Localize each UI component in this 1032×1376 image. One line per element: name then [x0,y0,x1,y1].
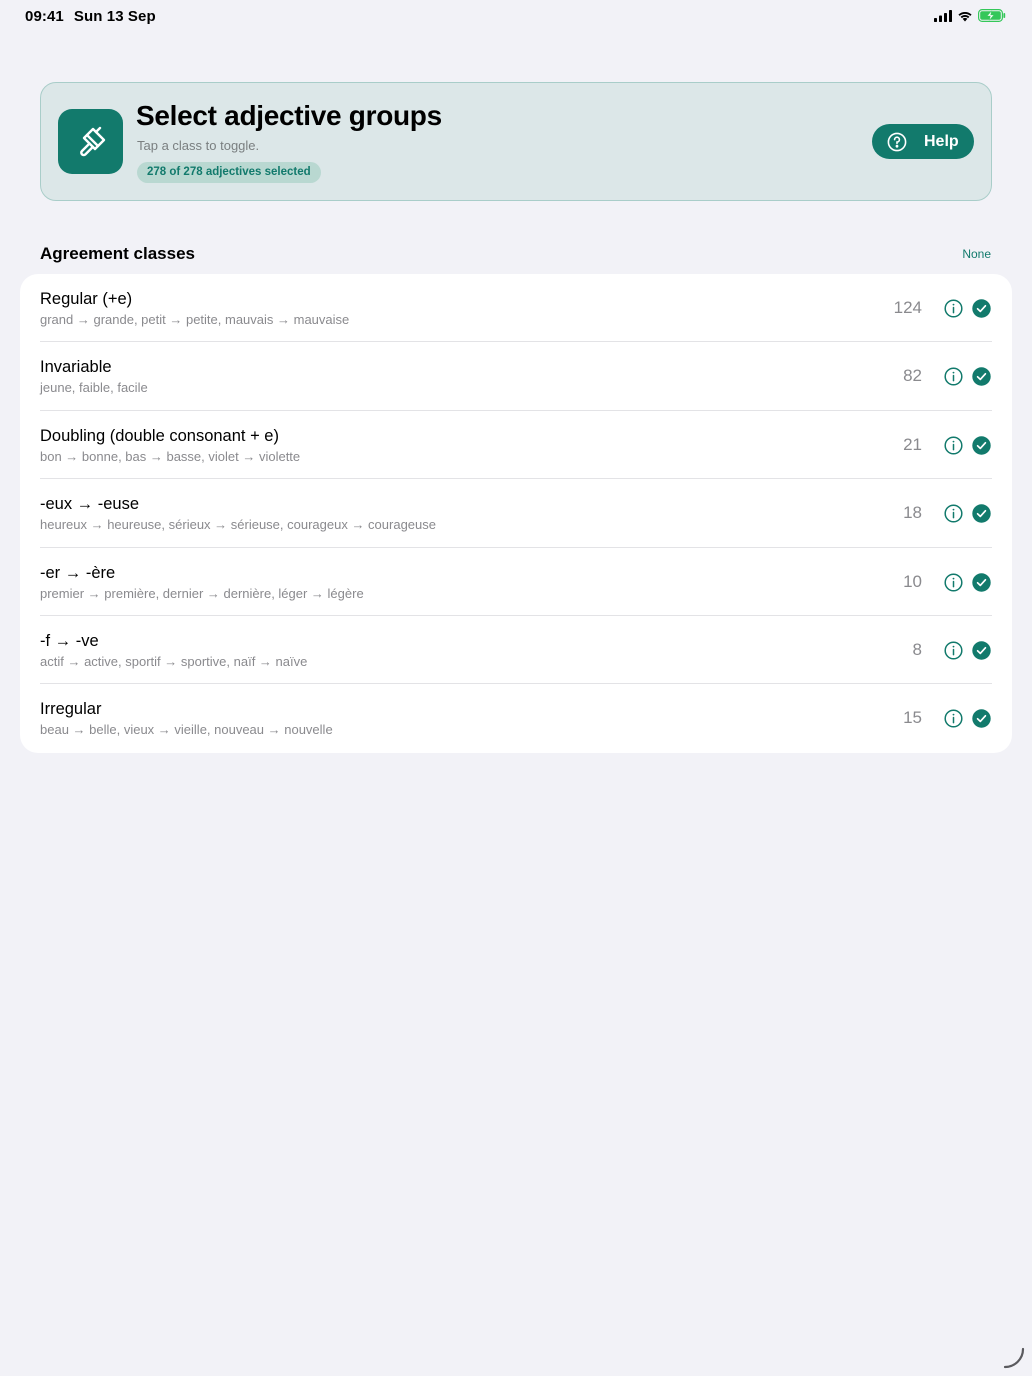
header-card: Select adjective groups Tap a class to t… [40,82,992,201]
class-count: 15 [903,708,922,728]
cellular-signal-icon [934,9,952,22]
help-button[interactable]: Help [872,124,974,159]
checkmark-circle-icon[interactable] [972,709,991,729]
info-icon[interactable] [944,641,963,660]
window-resize-handle-icon[interactable] [1001,1345,1027,1371]
page-title: Select adjective groups [136,100,442,131]
info-icon[interactable] [944,709,963,728]
class-examples: grand → grande, petit → petite, mauvais … [40,312,350,327]
class-row-regular[interactable]: Regular (+e) grand → grande, petit → pet… [20,274,1012,343]
class-count: 21 [903,434,922,454]
class-count: 82 [903,366,922,386]
class-title: Doubling (double consonant + e) [40,426,279,445]
class-count: 18 [903,503,922,523]
status-time: 09:41 [25,8,64,25]
paintbrush-icon [79,126,105,156]
class-examples: heureux → heureuse, sérieux → sérieuse, … [40,517,436,533]
class-title: -eux → -euse [40,495,140,514]
class-count: 10 [903,571,922,591]
info-icon[interactable] [944,299,963,318]
class-row-doubling[interactable]: Doubling (double consonant + e) bon → bo… [20,411,1012,480]
info-icon[interactable] [944,436,963,455]
question-circle-icon [887,132,907,151]
checkmark-circle-icon[interactable] [972,572,991,592]
app-icon [58,109,123,174]
class-title: Irregular [40,700,102,719]
class-examples: bon → bonne, bas → basse, violet → viole… [40,448,301,464]
help-button-label: Help [924,132,959,150]
class-row-irregular[interactable]: Irregular beau → belle, vieux → vieille,… [20,684,1012,752]
class-row-invariable[interactable]: Invariable jeune, faible, facile 82 [20,342,1012,411]
class-title: -f → -ve [40,632,99,650]
selection-count-badge: 278 of 278 adjectives selected [137,162,321,183]
checkmark-circle-icon[interactable] [972,641,991,660]
class-count: 8 [912,640,922,659]
section-title: Agreement classes [40,244,195,263]
status-bar: 09:41 Sun 13 Sep [0,0,1032,32]
class-count: 124 [893,298,922,317]
info-icon[interactable] [944,573,963,592]
class-examples: beau → belle, vieux → vieille, nouveau →… [40,722,333,738]
info-icon[interactable] [944,504,963,523]
class-row-eux-euse[interactable]: -eux → -euse heureux → heureuse, sérieux… [20,479,1012,548]
class-examples: actif → active, sportif → sportive, naïf… [40,654,308,669]
checkmark-circle-icon[interactable] [972,299,991,318]
status-date: Sun 13 Sep [73,8,156,25]
checkmark-circle-icon[interactable] [972,367,991,387]
page-subtitle: Tap a class to toggle. [137,138,260,153]
class-list: Regular (+e) grand → grande, petit → pet… [20,274,1012,753]
checkmark-circle-icon[interactable] [972,504,991,523]
battery-charging-icon [978,9,1006,22]
class-examples: premier → première, dernier → dernière, … [40,585,364,601]
class-row-er-ere[interactable]: -er → -ère premier → première, dernier →… [20,548,1012,616]
class-title: -er → -ère [40,563,116,582]
class-row-f-ve[interactable]: -f → -ve actif → active, sportif → sport… [20,616,1012,685]
class-examples: jeune, faible, facile [40,380,148,396]
select-none-button[interactable]: None [962,247,991,261]
info-icon[interactable] [944,367,963,386]
checkmark-circle-icon[interactable] [972,436,991,455]
wifi-icon [958,11,972,21]
class-title: Invariable [40,358,112,377]
class-title: Regular (+e) [40,290,133,308]
